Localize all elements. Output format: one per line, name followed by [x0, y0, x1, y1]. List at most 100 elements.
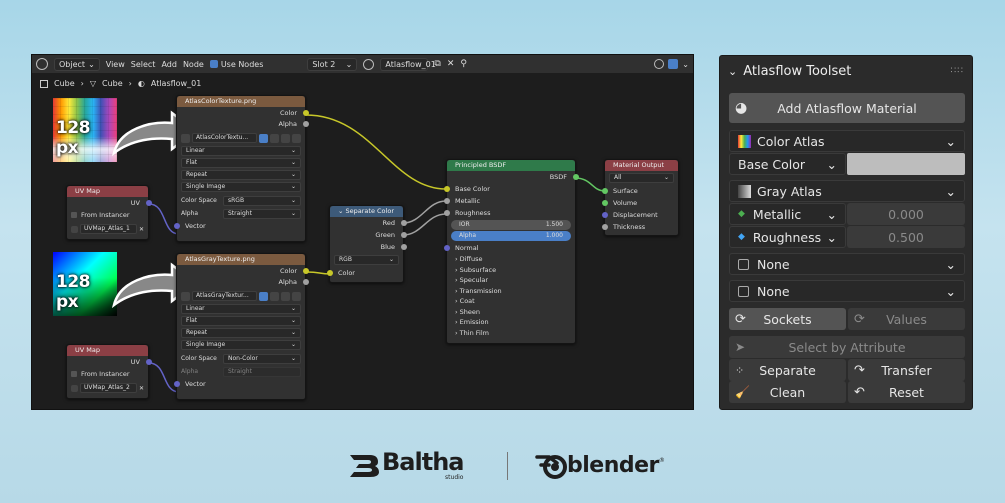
- socket-thickness-in[interactable]: Thickness: [601, 221, 678, 233]
- uv-map-node-2[interactable]: UV Map UV From Instancer UVMap_Atlas_2 ✕: [66, 344, 152, 399]
- menu-select[interactable]: Select: [131, 60, 156, 69]
- transfer-button[interactable]: ↷ Transfer: [848, 359, 965, 381]
- extension-dropdown[interactable]: Repeat ⌄: [181, 170, 301, 180]
- slot-dropdown[interactable]: Slot 2 ⌄: [307, 57, 358, 71]
- folder-icon[interactable]: [281, 133, 290, 143]
- chevron-down-icon[interactable]: ⌄: [728, 65, 737, 78]
- close-icon[interactable]: [292, 133, 301, 143]
- separate-color-node[interactable]: ⌄ Separate Color Red Green Blue RGB ⌄ Col…: [326, 205, 407, 283]
- base-color-dropdown[interactable]: Base Color ⌄: [729, 153, 846, 175]
- image-texture-node-gray[interactable]: AtlasGrayTexture.png Color Alpha AtlasGr…: [173, 253, 309, 400]
- projection-dropdown[interactable]: Flat ⌄: [181, 158, 301, 168]
- projection-dropdown[interactable]: Flat ⌄: [181, 316, 301, 326]
- color-atlas-dropdown[interactable]: Color Atlas ⌄: [729, 130, 965, 152]
- gray-atlas-dropdown[interactable]: Gray Atlas ⌄: [729, 180, 965, 202]
- socket-bsdf-out[interactable]: BSDF: [447, 171, 579, 183]
- uv-map-selector[interactable]: UVMap_Atlas_1 ✕: [71, 224, 144, 234]
- select-by-attribute-button[interactable]: ➤ Select by Attribute: [729, 336, 965, 358]
- reset-button[interactable]: ↶ Reset: [848, 381, 965, 403]
- menu-node[interactable]: Node: [183, 60, 204, 69]
- base-color-swatch[interactable]: [847, 153, 965, 175]
- socket-uv-out[interactable]: UV: [67, 356, 152, 368]
- close-icon[interactable]: [292, 291, 301, 301]
- socket-vector-in[interactable]: Vector: [173, 378, 305, 390]
- sidebar-toggle-icon[interactable]: [668, 59, 679, 69]
- folder-icon[interactable]: [281, 291, 290, 301]
- object-dropdown[interactable]: Object ⌄: [54, 57, 100, 71]
- socket-red-out[interactable]: Red: [330, 217, 407, 229]
- separate-button[interactable]: ⁘ Separate: [729, 359, 846, 381]
- duplicate-icon[interactable]: [270, 291, 279, 301]
- interpolation-dropdown[interactable]: Linear ⌄: [181, 304, 301, 314]
- socket-blue-out[interactable]: Blue: [330, 241, 407, 253]
- panel-emission[interactable]: › Emission: [447, 317, 575, 328]
- panel-header[interactable]: ⌄ Atlasflow Toolset ∷∷: [720, 56, 972, 86]
- menu-add[interactable]: Add: [161, 60, 177, 69]
- values-toggle-button[interactable]: ⟳ Values: [848, 308, 965, 330]
- panel-diffuse[interactable]: › Diffuse: [447, 254, 575, 265]
- alpha-field[interactable]: Alpha 1.000: [451, 231, 571, 241]
- from-instancer-checkbox[interactable]: From Instancer: [67, 368, 148, 380]
- drag-handle-icon[interactable]: ∷∷: [951, 66, 964, 76]
- metallic-channel-dropdown[interactable]: ◆ Metallic ⌄: [729, 203, 846, 225]
- image-selector[interactable]: AtlasGrayTextur...: [181, 291, 301, 301]
- material-browse-icon[interactable]: [363, 58, 375, 70]
- overlay-icon[interactable]: [654, 59, 665, 69]
- panel-sheen[interactable]: › Sheen: [447, 307, 575, 318]
- socket-green-out[interactable]: Green: [330, 229, 407, 241]
- add-atlasflow-material-button[interactable]: ◕ Add Atlasflow Material: [729, 93, 965, 123]
- source-dropdown[interactable]: Single Image ⌄: [181, 340, 301, 350]
- socket-normal-in[interactable]: Normal: [443, 242, 575, 254]
- image-texture-node-color[interactable]: AtlasColorTexture.png Color Alpha AtlasC…: [173, 95, 309, 242]
- source-dropdown[interactable]: Single Image ⌄: [181, 182, 301, 192]
- socket-alpha-out[interactable]: Alpha: [177, 118, 309, 130]
- chevron-down-icon[interactable]: ⌄: [682, 60, 689, 69]
- chevron-down-icon[interactable]: ⌄: [338, 207, 346, 215]
- principled-bsdf-node[interactable]: Principled BSDF BSDF Base Color Metallic…: [443, 159, 579, 344]
- image-selector[interactable]: AtlasColorTextu...: [181, 133, 301, 143]
- interpolation-dropdown[interactable]: Linear ⌄: [181, 146, 301, 156]
- extension-dropdown[interactable]: Repeat ⌄: [181, 328, 301, 338]
- mode-dropdown[interactable]: RGB ⌄: [334, 255, 399, 265]
- uv-map-node-1[interactable]: UV Map UV From Instancer UVMap_Atlas_1 ✕: [66, 185, 152, 240]
- socket-color-in[interactable]: Color: [326, 267, 403, 279]
- close-icon[interactable]: ✕: [139, 385, 144, 392]
- delete-icon[interactable]: ✕: [447, 59, 455, 69]
- socket-basecolor-in[interactable]: Base Color: [443, 183, 575, 195]
- clean-button[interactable]: 🧹 Clean: [729, 381, 846, 403]
- roughness-channel-dropdown[interactable]: ◆ Roughness ⌄: [729, 226, 846, 248]
- panel-coat[interactable]: › Coat: [447, 296, 575, 307]
- panel-thin-film[interactable]: › Thin Film: [447, 328, 575, 339]
- pin-icon[interactable]: ⚲: [460, 59, 467, 69]
- editor-type-icon[interactable]: [36, 58, 48, 70]
- socket-vector-in[interactable]: Vector: [173, 220, 305, 232]
- checkbox-icon[interactable]: [738, 285, 749, 297]
- panel-transmission[interactable]: › Transmission: [447, 286, 575, 297]
- close-icon[interactable]: ✕: [139, 226, 144, 233]
- use-nodes-checkbox[interactable]: Use Nodes: [209, 60, 263, 69]
- atlas-slot-4-dropdown[interactable]: None ⌄: [729, 280, 965, 302]
- color-space-dropdown[interactable]: sRGB ⌄: [223, 195, 301, 206]
- duplicate-icon[interactable]: [270, 133, 279, 143]
- atlas-slot-3-dropdown[interactable]: None ⌄: [729, 253, 965, 275]
- copy-icon[interactable]: ⧉: [434, 59, 440, 69]
- material-name-field[interactable]: Atlasflow_01: [380, 57, 436, 71]
- panel-specular[interactable]: › Specular: [447, 275, 575, 286]
- fake-user-icon[interactable]: [259, 291, 268, 301]
- menu-view[interactable]: View: [106, 60, 125, 69]
- socket-surface-in[interactable]: Surface: [601, 185, 678, 197]
- from-instancer-checkbox[interactable]: From Instancer: [67, 209, 148, 221]
- target-dropdown[interactable]: All ⌄: [609, 173, 674, 183]
- checkbox-icon[interactable]: [738, 258, 749, 270]
- sockets-toggle-button[interactable]: ⟳ Sockets: [729, 308, 846, 330]
- socket-alpha-out[interactable]: Alpha: [177, 276, 309, 288]
- socket-roughness-in[interactable]: Roughness: [443, 207, 575, 219]
- color-space-dropdown[interactable]: Non-Color ⌄: [223, 353, 301, 364]
- ior-field[interactable]: IOR 1.500: [451, 220, 571, 230]
- alpha-mode-dropdown[interactable]: Straight ⌄: [223, 208, 301, 219]
- node-editor[interactable]: Object ⌄ View Select Add Node Use Nodes S…: [31, 54, 694, 410]
- fake-user-icon[interactable]: [259, 133, 268, 143]
- socket-uv-out[interactable]: UV: [67, 197, 152, 209]
- uv-map-selector[interactable]: UVMap_Atlas_2 ✕: [71, 383, 144, 393]
- socket-displacement-in[interactable]: Displacement: [601, 209, 678, 221]
